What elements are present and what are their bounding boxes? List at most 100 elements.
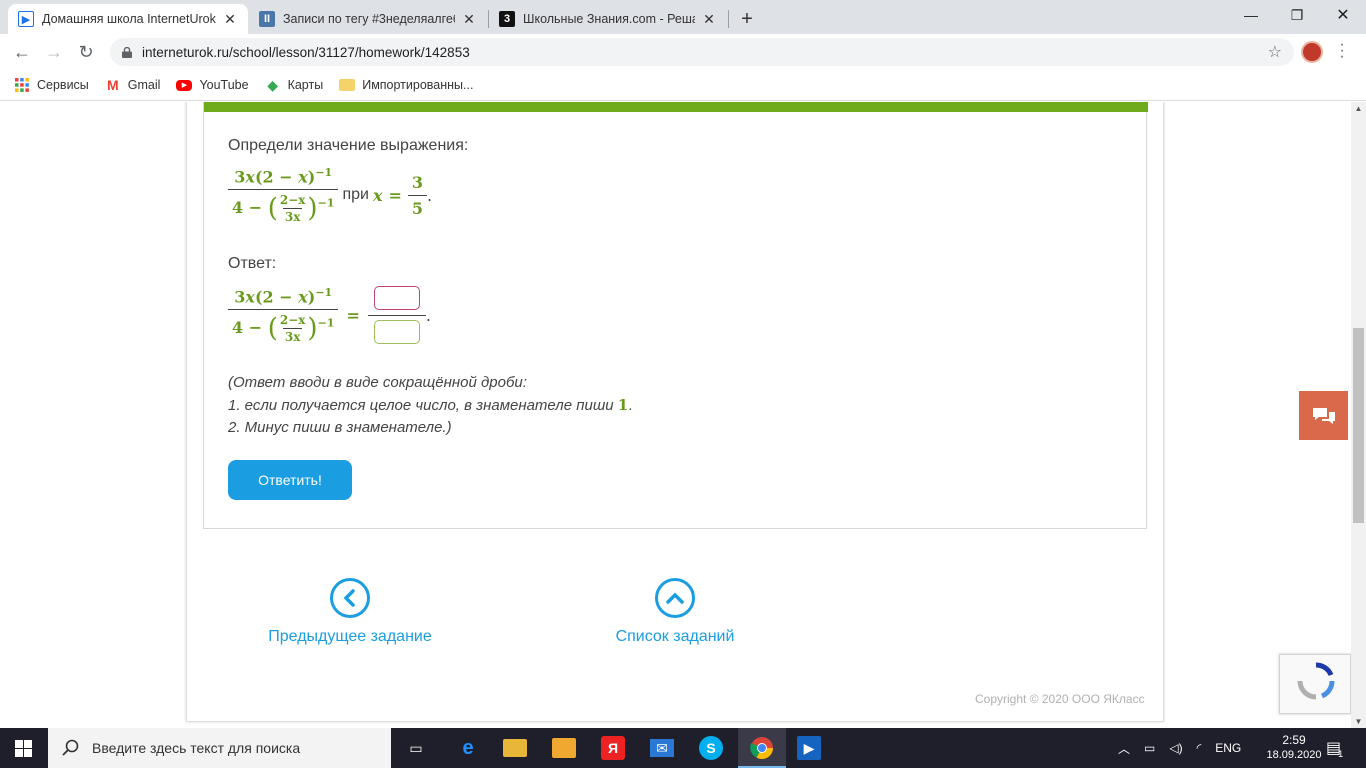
close-tab-icon[interactable]: ✕ [461, 11, 477, 28]
numerator-input[interactable] [373, 286, 420, 310]
bookmarks-bar: Сервисы M Gmail ▶ YouTube ◆ Карты Импорт… [0, 70, 1366, 101]
hint-line-2: 1. если получается целое число, в знамен… [228, 394, 632, 417]
close-tab-icon[interactable]: ✕ [222, 11, 238, 28]
page-content: Определи значение выражения: 3x(2 − x)−1… [0, 102, 1351, 728]
gmail-icon: M [106, 77, 119, 93]
restore-icon[interactable]: ❐ [1274, 0, 1320, 30]
new-tab-button[interactable]: + [732, 4, 762, 34]
media-player-icon[interactable]: ▶ [797, 736, 821, 760]
clock-time: 2:59 [1282, 733, 1306, 747]
expr-num-exp: −1 [315, 166, 333, 179]
expression-fraction: 3x(2 − x)−1 4 − (2−x 3x)−1 [228, 166, 339, 224]
submit-answer-button[interactable]: Ответить! [228, 460, 352, 500]
mail-icon[interactable]: ✉ [650, 739, 674, 757]
x-value-num: 3 [411, 172, 424, 192]
x-variable: x [372, 185, 383, 205]
fraction-bar [367, 315, 426, 316]
close-tab-icon[interactable]: ✕ [701, 11, 717, 28]
task-view-icon[interactable]: ▭ [404, 736, 428, 760]
bookmark-gmail[interactable]: M Gmail [105, 77, 161, 93]
address-bar[interactable]: interneturok.ru/school/lesson/31127/home… [110, 38, 1294, 66]
page-scrollbar[interactable]: ▲ ▼ [1351, 102, 1366, 728]
answer-hint: (Ответ вводи в виде сокращённой дроби: 1… [228, 372, 632, 439]
bookmark-label: YouTube [199, 78, 249, 92]
answer-fraction [367, 285, 426, 345]
store-icon[interactable] [552, 738, 576, 758]
network-icon[interactable]: ◜ [1197, 741, 1202, 755]
chevron-left-icon [330, 578, 370, 618]
notifications-button[interactable]: ▤ 1 [1326, 728, 1343, 768]
folder-icon [339, 79, 356, 91]
tab-title: Записи по тегу #3неделяалгебр [283, 12, 455, 26]
recaptcha-badge[interactable] [1279, 654, 1351, 714]
apps-grid-icon [15, 78, 29, 92]
system-tray: ︿ ▭ ◁) ◜ ENG [1118, 728, 1241, 768]
tab-bar: ▶ Домашняя школа InternetUrok.r ✕ II Зап… [0, 0, 1366, 34]
battery-icon[interactable]: ▭ [1144, 741, 1155, 755]
chrome-taskbar-item[interactable] [738, 728, 786, 768]
expr-num-var: x [245, 287, 255, 307]
chat-button[interactable] [1299, 391, 1348, 440]
notification-count: 1 [1338, 749, 1344, 759]
edge-icon[interactable]: e [456, 736, 480, 760]
yandex-icon[interactable]: Я [601, 736, 625, 760]
scroll-down-icon[interactable]: ▼ [1351, 717, 1366, 726]
close-window-icon[interactable]: ✕ [1320, 0, 1366, 30]
file-explorer-icon[interactable] [503, 739, 527, 757]
task-list-link[interactable]: Список заданий [590, 578, 760, 646]
task-list-label: Список заданий [615, 628, 735, 645]
hint-one: 1 [617, 396, 629, 414]
chat-icon [1312, 407, 1335, 424]
period: . [425, 305, 431, 325]
expr-num-var2: x [298, 287, 308, 307]
bookmark-star-icon[interactable]: ☆ [1268, 42, 1282, 62]
expr-num-exp: −1 [315, 285, 333, 299]
bookmark-youtube[interactable]: ▶ YouTube [176, 78, 249, 92]
chevron-up-icon [655, 578, 695, 618]
expression-fraction: 3x(2 − x)−1 4 − (2−x 3x)−1 [228, 285, 339, 344]
task-expression: 3x(2 − x)−1 4 − (2−x 3x)−1 при x = 35 . [228, 166, 432, 224]
answer-expression: 3x(2 − x)−1 4 − (2−x 3x)−1 = . [228, 285, 431, 345]
tab-znanija[interactable]: 3 Школьные Знания.com - Решае ✕ [489, 4, 727, 34]
bookmark-label: Сервисы [37, 78, 89, 92]
browser-toolbar: ← → ↻ interneturok.ru/school/lesson/3112… [0, 34, 1366, 70]
lock-icon [122, 46, 132, 58]
reload-icon[interactable]: ↻ [74, 40, 98, 64]
bookmark-maps[interactable]: ◆ Карты [265, 77, 323, 93]
previous-task-link[interactable]: Предыдущее задание [255, 578, 445, 646]
copyright-text: Copyright © 2020 ООО ЯКласс [975, 692, 1145, 706]
clock[interactable]: 2:59 18.09.2020 [1266, 728, 1321, 768]
language-indicator[interactable]: ENG [1215, 741, 1241, 755]
taskbar-search[interactable]: Введите здесь текст для поиска [48, 728, 391, 768]
forward-icon[interactable]: → [42, 40, 66, 64]
scroll-up-icon[interactable]: ▲ [1351, 104, 1366, 113]
bookmark-imported[interactable]: Импортированны... [339, 78, 473, 92]
period: . [427, 185, 433, 205]
skype-icon[interactable]: S [699, 736, 723, 760]
tray-chevron-icon[interactable]: ︿ [1118, 740, 1130, 757]
expr-den-four: 4 − [232, 318, 268, 338]
x-value-den: 5 [407, 194, 428, 218]
windows-start-icon[interactable] [15, 740, 32, 757]
expr-inner-num: 2−x [279, 193, 306, 208]
menu-kebab-icon[interactable]: · · · [1337, 37, 1347, 65]
profile-avatar[interactable] [1301, 41, 1323, 63]
task-prompt: Определи значение выражения: [228, 137, 469, 154]
search-placeholder: Введите здесь текст для поиска [92, 740, 301, 756]
windows-taskbar: Введите здесь текст для поиска ▭ e Я ✉ S… [0, 728, 1366, 768]
tab-interneturok[interactable]: ▶ Домашняя школа InternetUrok.r ✕ [8, 4, 248, 34]
tab-records[interactable]: II Записи по тегу #3неделяалгебр ✕ [249, 4, 487, 34]
back-icon[interactable]: ← [10, 40, 34, 64]
volume-icon[interactable]: ◁) [1169, 741, 1182, 755]
expr-den-four: 4 − [232, 198, 268, 218]
bookmark-label: Импортированны... [362, 78, 474, 92]
play-favicon-icon: ▶ [18, 11, 34, 27]
minimize-icon[interactable]: — [1228, 0, 1274, 30]
scrollbar-thumb[interactable] [1353, 328, 1364, 523]
denominator-input[interactable] [373, 320, 420, 344]
url-text: interneturok.ru/school/lesson/31127/home… [142, 44, 470, 60]
equals-sign: = [388, 185, 402, 205]
bookmark-services[interactable]: Сервисы [14, 77, 89, 93]
hint-line-2-text: 1. если получается целое число, в знамен… [228, 397, 618, 414]
hint-line-1: (Ответ вводи в виде сокращённой дроби: [228, 374, 527, 391]
